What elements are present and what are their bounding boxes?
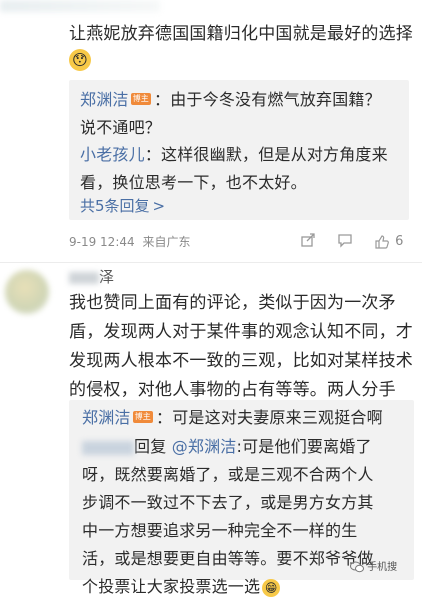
divider (0, 262, 422, 263)
like-count: 6 (395, 234, 404, 249)
reply-thread: 郑渊洁 博主 ：由于今冬没有燃气放弃国籍？ 说不通吧？ 小老孩儿：这样很幽默，但是从… (69, 80, 409, 220)
grin-emoji-icon: 😁 (262, 578, 281, 597)
username[interactable]: 泽 (69, 266, 114, 288)
username-blurred (69, 271, 99, 284)
reply-item: 郑渊洁 博主 ：可是这对夫妻原来三观挺合啊 (82, 403, 383, 432)
comment-line: 盾，发现两人对于某件事的观念认知不同，才 (69, 322, 413, 342)
reply-text-continued: 看，换位思考一下，也不太好。 (80, 173, 307, 192)
comment-text: 让燕妮放弃德国国籍归化中国就是最好的选择 (69, 24, 413, 44)
like-button[interactable]: 6 (374, 231, 403, 250)
reply-text: 由于今冬没有燃气放弃国籍？ (170, 90, 381, 109)
reply-text-continued: 步调不一致过不下去了，或是男方女方其 (82, 493, 374, 512)
comment-time: 9-19 12:44 (69, 235, 135, 249)
more-replies-link[interactable]: 共5条回复 > (80, 194, 165, 218)
reply-text: 可是这对夫妻原来三观挺合啊 (172, 408, 383, 427)
comment-meta: 9-19 12:44 来自广东 (69, 233, 190, 250)
thumbs-up-icon (374, 234, 390, 250)
reply-author[interactable]: 郑渊洁 (80, 90, 129, 109)
reply-separator: ： (144, 145, 162, 164)
reply-item: 回复 @郑渊洁:可是他们要离婚了 (82, 432, 372, 461)
avatar[interactable] (5, 270, 49, 314)
watermark: 手机搜 (350, 558, 397, 573)
reply-separator: ： (154, 90, 171, 109)
username-visible: 泽 (99, 268, 115, 286)
blogger-badge: 博主 (130, 92, 152, 105)
share-icon[interactable] (300, 232, 316, 248)
blogger-badge: 博主 (132, 410, 154, 423)
reply-author-blurred (82, 440, 134, 455)
wechat-icon (350, 561, 364, 573)
reply-author[interactable]: 郑渊洁 (82, 408, 131, 427)
reply-text-continued: 中一方想要追求另一种完全不一样的生 (82, 521, 358, 540)
more-replies-label: 共5条回复 (80, 197, 150, 215)
reply-text-continued: 个投票让大家投票选一选 😁 (82, 572, 281, 601)
comment-source: 来自广东 (142, 235, 191, 249)
comment-icon[interactable] (337, 232, 353, 248)
reply-text: 这样很幽默，但是从对方角度来 (161, 145, 388, 164)
reply-text: 可是他们要离婚了 (242, 437, 372, 456)
reply-thread: 郑渊洁 博主 ：可是这对夫妻原来三观挺合啊 回复 @郑渊洁:可是他们要离婚了 呀，既… (69, 400, 414, 597)
watermark-text: 手机搜 (367, 562, 398, 573)
reply-text: 个投票让大家投票选一选 (82, 577, 261, 596)
reply-text-continued: 活，或是想要更自由等等。要不郑爷爷做 (82, 549, 374, 568)
surprised-emoji-icon: 😯 (69, 49, 91, 71)
reply-text-continued: 呀，既然要离婚了，或是三观不合两个人 (82, 465, 374, 484)
reply-text-continued: 说不通吧？ (80, 118, 162, 137)
comment-line: 发现两人根本不一致的三观，比如对某样技术 (69, 351, 413, 371)
reply-author[interactable]: 小老孩儿 (80, 145, 145, 164)
reply-separator: ： (156, 408, 173, 427)
blurred-top-content (0, 0, 160, 12)
mention-link[interactable]: @郑渊洁 (172, 437, 237, 456)
comment-line: 我也赞同上面有的评论，类似于因为一次矛 (69, 293, 396, 313)
reply-item: 郑渊洁 博主 ：由于今冬没有燃气放弃国籍？ (80, 85, 381, 114)
reply-item: 小老孩儿：这样很幽默，但是从对方角度来 (80, 140, 388, 169)
chevron-right-icon: > (152, 197, 166, 215)
comment-text: 我也赞同上面有的评论，类似于因为一次矛 盾，发现两人对于某件事的观念认知不同，才… (69, 289, 419, 405)
reply-prefix: 回复 (134, 437, 167, 456)
